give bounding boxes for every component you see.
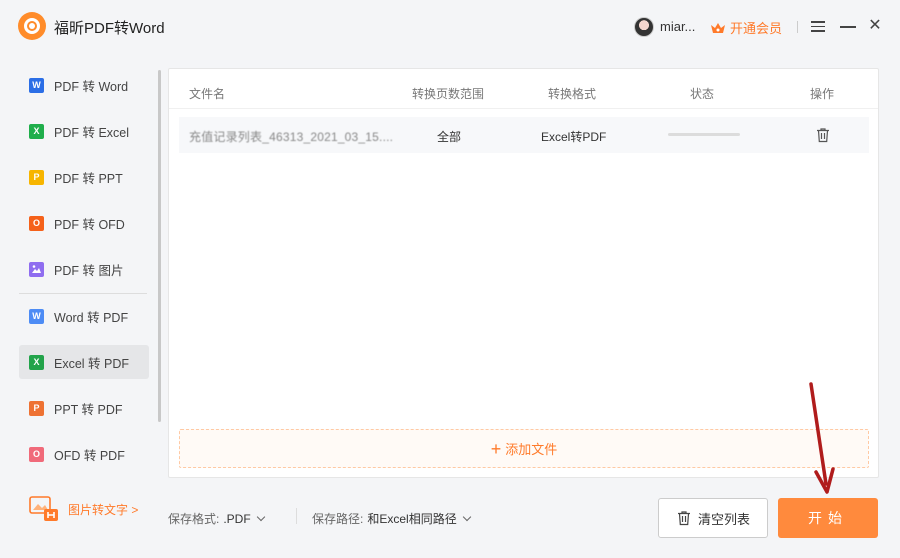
sidebar-item-label: PDF 转 OFD: [54, 217, 125, 232]
image-to-text-icon: [29, 496, 58, 521]
sidebar-scrollbar[interactable]: [158, 70, 161, 422]
save-path-value: 和Excel相同路径: [367, 512, 457, 526]
header-page-range: 转换页数范围: [412, 87, 485, 101]
sidebar-item-pdf-to-image[interactable]: PDF 转 图片: [19, 252, 149, 286]
app-logo-icon: [18, 12, 46, 40]
close-icon[interactable]: ✕: [867, 18, 883, 34]
image-to-text-link[interactable]: 图片转文字 >: [28, 495, 138, 523]
sidebar-item-label: PDF 转 PPT: [54, 171, 123, 186]
save-format-label: 保存格式:: [168, 512, 220, 526]
titlebar-divider: [797, 21, 798, 33]
sidebar-item-ppt-to-pdf[interactable]: P PPT 转 PDF: [19, 391, 149, 425]
clear-list-label: 清空列表: [697, 511, 750, 527]
sidebar-divider: [19, 293, 147, 294]
ofd-icon: O: [29, 215, 44, 231]
chevron-down-icon: [256, 512, 265, 521]
sidebar-item-pdf-to-ofd[interactable]: O PDF 转 OFD: [19, 206, 149, 240]
ppt-icon: P: [29, 169, 44, 185]
crown-icon: [711, 22, 725, 33]
vip-button[interactable]: 开通会员: [710, 18, 782, 37]
user-avatar[interactable]: [634, 17, 654, 37]
delete-icon[interactable]: [815, 127, 831, 143]
trash-icon: [677, 511, 690, 526]
row-filename: 充值记录列表_46313_2021_03_15....: [189, 130, 394, 144]
save-format-select[interactable]: 保存格式: .PDF: [168, 510, 265, 527]
annotation-arrow-icon: [809, 382, 835, 494]
header-format: 转换格式: [548, 87, 597, 101]
header-filename: 文件名: [189, 87, 226, 101]
sidebar-item-label: PPT 转 PDF: [54, 402, 123, 417]
sidebar-item-label: OFD 转 PDF: [54, 448, 125, 463]
word-icon: W: [29, 77, 44, 93]
save-path-label: 保存路径:: [312, 512, 364, 526]
sidebar-item-ofd-to-pdf[interactable]: O OFD 转 PDF: [19, 437, 149, 471]
ppt-icon: P: [29, 400, 44, 416]
image-icon: [29, 261, 44, 277]
image-to-text-label: 图片转文字 >: [68, 502, 139, 517]
plus-icon: +: [490, 438, 502, 459]
excel-icon: X: [29, 123, 44, 139]
table-header: 文件名 转换页数范围 转换格式 状态 操作: [169, 69, 878, 109]
file-list-panel: 文件名 转换页数范围 转换格式 状态 操作 充值记录列表_46313_2021_…: [168, 68, 879, 478]
ofd-icon: O: [29, 446, 44, 462]
app-title: 福昕PDF转Word: [54, 20, 165, 37]
clear-list-button[interactable]: 清空列表: [658, 498, 768, 538]
chevron-down-icon: [462, 512, 471, 521]
header-action: 操作: [810, 87, 835, 101]
save-format-value: .PDF: [223, 511, 251, 526]
start-button[interactable]: 开始: [778, 498, 878, 538]
sidebar-item-label: PDF 转 图片: [54, 263, 124, 278]
username[interactable]: miar...: [660, 19, 695, 34]
add-file-button[interactable]: + 添加文件: [179, 429, 869, 468]
sidebar-item-pdf-to-ppt[interactable]: P PDF 转 PPT: [19, 160, 149, 194]
sidebar-item-label: Excel 转 PDF: [54, 356, 130, 371]
sidebar-item-label: PDF 转 Word: [54, 79, 129, 94]
sidebar-item-label: Word 转 PDF: [54, 310, 129, 325]
table-row[interactable]: 充值记录列表_46313_2021_03_15.... 全部 Excel转PDF: [179, 117, 869, 153]
row-status-progress: [668, 133, 740, 136]
bottom-divider: [296, 508, 297, 524]
start-label: 开始: [808, 510, 848, 526]
header-status: 状态: [690, 87, 715, 101]
sidebar: W PDF 转 Word X PDF 转 Excel P PDF 转 PPT O…: [19, 64, 151, 484]
sidebar-item-pdf-to-excel[interactable]: X PDF 转 Excel: [19, 114, 149, 148]
save-path-select[interactable]: 保存路径: 和Excel相同路径: [312, 510, 471, 527]
sidebar-item-word-to-pdf[interactable]: W Word 转 PDF: [19, 299, 149, 333]
add-file-label: 添加文件: [505, 442, 558, 457]
word-icon: W: [29, 308, 44, 324]
sidebar-item-excel-to-pdf[interactable]: X Excel 转 PDF: [19, 345, 149, 379]
minimize-icon[interactable]: [840, 18, 856, 34]
menu-icon[interactable]: [810, 18, 826, 34]
title-bar: 福昕PDF转Word miar... 开通会员 ✕: [0, 0, 900, 54]
sidebar-item-label: PDF 转 Excel: [54, 125, 130, 140]
row-page-range[interactable]: 全部: [437, 128, 461, 145]
vip-label: 开通会员: [730, 21, 783, 36]
sidebar-item-pdf-to-word[interactable]: W PDF 转 Word: [19, 68, 149, 102]
excel-icon: X: [29, 354, 44, 370]
row-format: Excel转PDF: [541, 130, 607, 144]
